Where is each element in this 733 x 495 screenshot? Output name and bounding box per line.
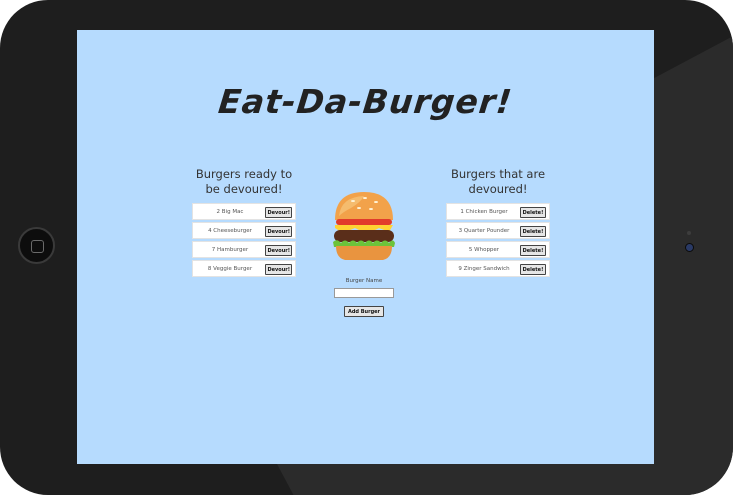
burger-name: 1 Chicken Burger: [460, 209, 508, 215]
screen: Eat-Da-Burger! Burgers ready to be devou…: [77, 30, 654, 464]
ready-item: 7 Hamburger Devour!: [192, 241, 296, 258]
delete-button[interactable]: Delete!: [520, 207, 546, 218]
delete-button[interactable]: Delete!: [520, 264, 546, 275]
devoured-heading: Burgers that are devoured!: [450, 167, 546, 196]
ready-column: Burgers ready to be devoured! 2 Big Mac …: [192, 167, 296, 279]
devour-button[interactable]: Devour!: [265, 264, 292, 275]
burger-name: 3 Quarter Pounder: [458, 228, 510, 234]
burger-name: 7 Hamburger: [211, 247, 249, 253]
ready-item: 8 Veggie Burger Devour!: [192, 260, 296, 277]
add-burger-form: Burger Name Add Burger: [329, 278, 399, 317]
delete-button[interactable]: Delete!: [520, 226, 546, 237]
ready-heading: Burgers ready to be devoured!: [195, 167, 293, 196]
burger-name: 2 Big Mac: [216, 209, 244, 215]
devour-button[interactable]: Devour!: [265, 207, 292, 218]
burger-name-label: Burger Name: [345, 278, 383, 284]
camera-dot: [685, 243, 694, 252]
delete-button[interactable]: Delete!: [520, 245, 546, 256]
add-burger-button[interactable]: Add Burger: [343, 306, 385, 317]
devoured-item: 3 Quarter Pounder Delete!: [446, 222, 550, 239]
ready-item: 2 Big Mac Devour!: [192, 203, 296, 220]
ready-item: 4 Cheeseburger Devour!: [192, 222, 296, 239]
burger-name: 8 Veggie Burger: [207, 266, 253, 272]
devour-button[interactable]: Devour!: [265, 245, 292, 256]
burger-name: 4 Cheeseburger: [208, 228, 252, 234]
devour-button[interactable]: Devour!: [265, 226, 292, 237]
burger-name: 9 Zinger Sandwich: [458, 266, 510, 272]
tablet-frame: Eat-Da-Burger! Burgers ready to be devou…: [0, 0, 733, 495]
burger-icon: [333, 192, 395, 260]
burger-name-input[interactable]: [334, 288, 394, 298]
devoured-item: 1 Chicken Burger Delete!: [446, 203, 550, 220]
devoured-item: 5 Whopper Delete!: [446, 241, 550, 258]
devoured-column: Burgers that are devoured! 1 Chicken Bur…: [446, 167, 550, 279]
devoured-item: 9 Zinger Sandwich Delete!: [446, 260, 550, 277]
page-title: Eat-Da-Burger!: [216, 82, 515, 121]
burger-name: 5 Whopper: [468, 247, 500, 253]
sensor-dot: [687, 231, 691, 235]
home-button[interactable]: [18, 227, 55, 264]
